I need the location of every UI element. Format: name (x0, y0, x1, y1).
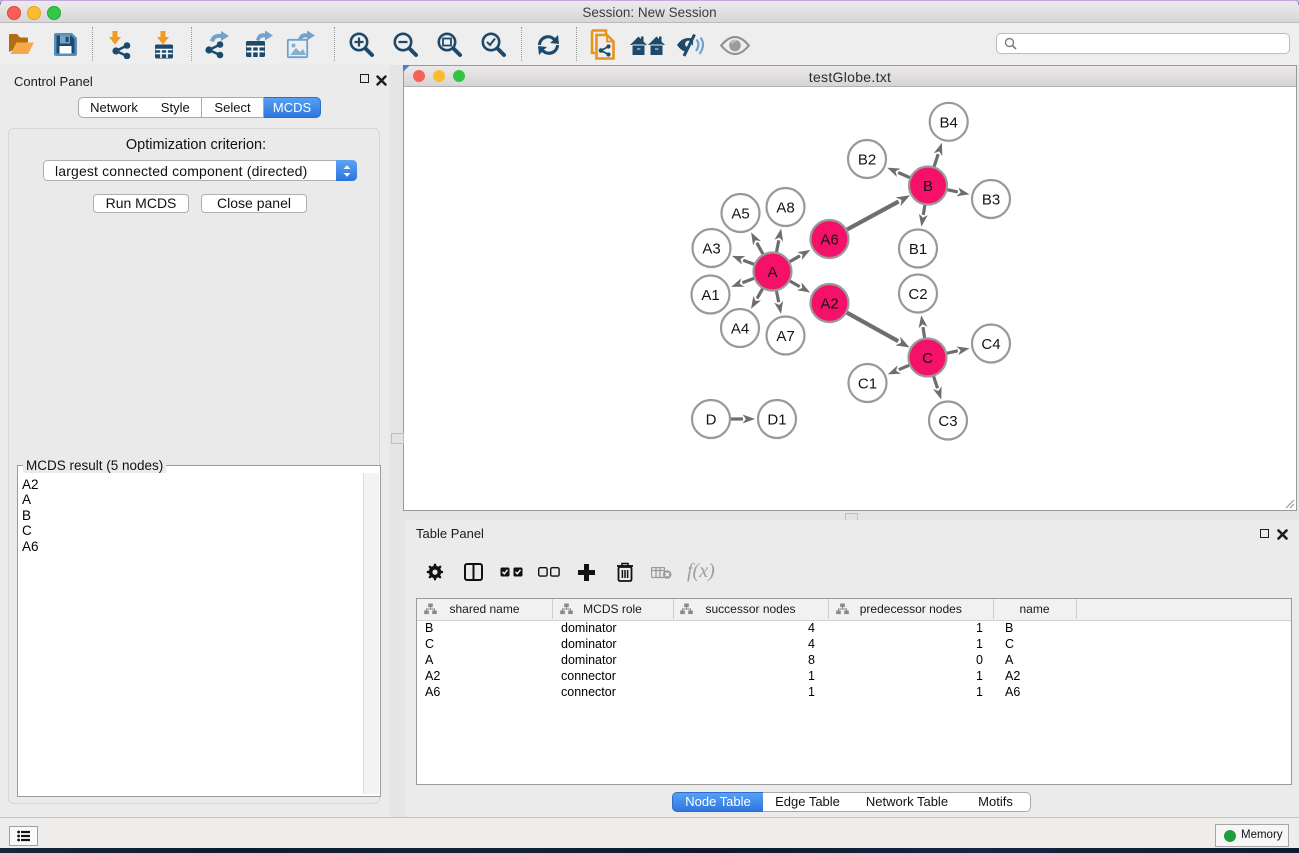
svg-text:A6: A6 (820, 232, 838, 249)
svg-text:A8: A8 (776, 200, 794, 217)
svg-text:B3: B3 (982, 192, 1000, 209)
svg-text:B1: B1 (909, 241, 927, 258)
svg-text:A1: A1 (701, 287, 719, 304)
svg-text:A7: A7 (776, 328, 794, 345)
svg-text:C: C (922, 350, 933, 367)
svg-text:A4: A4 (731, 321, 749, 338)
svg-text:C1: C1 (858, 376, 877, 393)
svg-text:C3: C3 (938, 413, 957, 430)
svg-text:A5: A5 (731, 206, 749, 223)
svg-text:A: A (767, 264, 777, 281)
svg-text:D: D (706, 412, 717, 429)
svg-text:A3: A3 (702, 241, 720, 258)
svg-text:B: B (923, 178, 933, 195)
svg-text:D1: D1 (767, 412, 786, 429)
svg-text:B2: B2 (858, 152, 876, 169)
svg-text:C4: C4 (981, 336, 1000, 353)
svg-text:C2: C2 (908, 286, 927, 303)
svg-text:A2: A2 (820, 296, 838, 313)
svg-text:B4: B4 (940, 114, 958, 131)
